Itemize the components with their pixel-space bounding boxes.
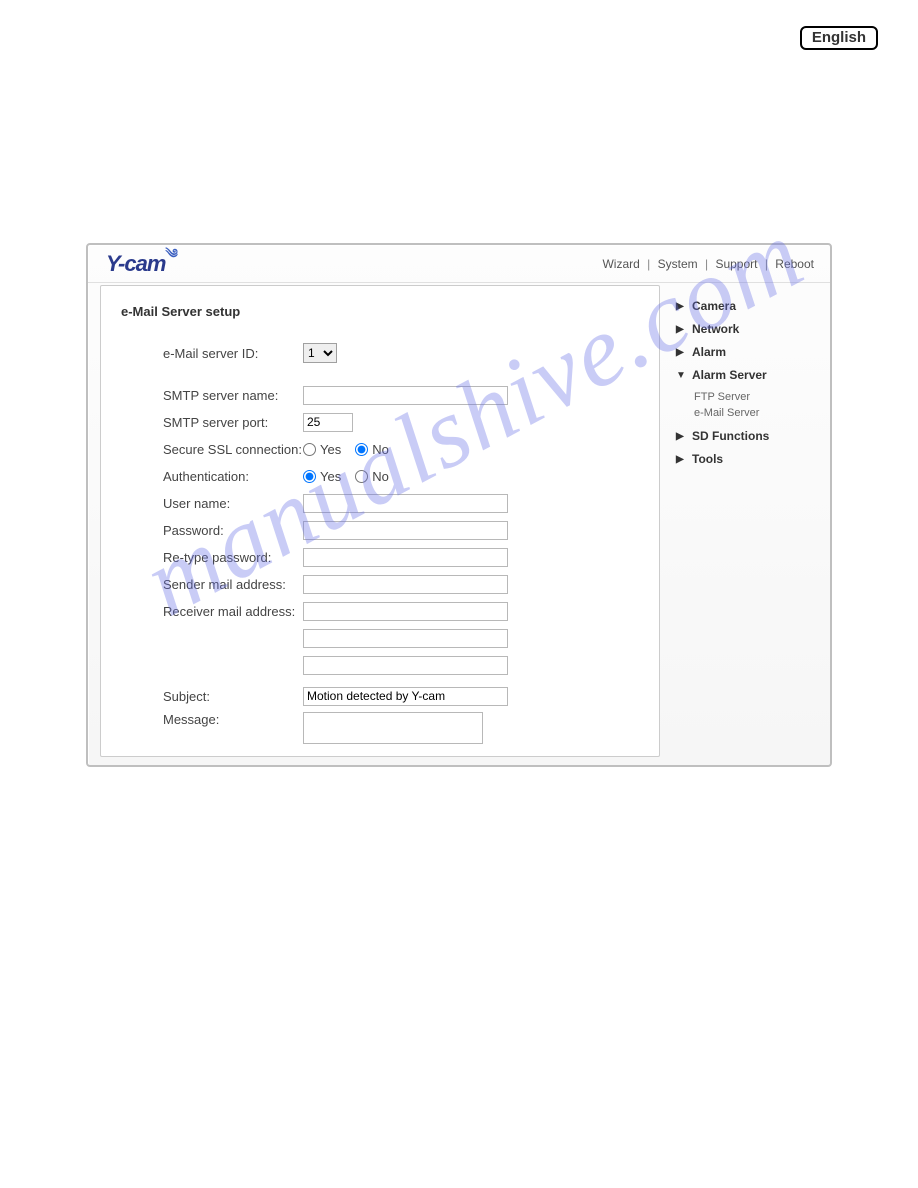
receiver2-input[interactable]: [303, 629, 508, 648]
receiver-label: Receiver mail address:: [121, 604, 303, 619]
sidebar-item-label: Tools: [692, 452, 723, 466]
language-badge[interactable]: English: [800, 26, 878, 50]
nav-reboot[interactable]: Reboot: [775, 257, 814, 271]
sidebar-item-network[interactable]: ▶ Network: [676, 322, 826, 336]
password-label: Password:: [121, 523, 303, 538]
sidebar: ▶ Camera ▶ Network ▶ Alarm ▼ Alarm Serve…: [660, 283, 830, 765]
sidebar-item-label: Alarm: [692, 345, 726, 359]
topbar: Y-cam ༄ Wizard | System | Support | Rebo…: [88, 245, 830, 283]
auth-yes-label: Yes: [320, 469, 341, 484]
ssl-no-radio[interactable]: [355, 443, 368, 456]
chevron-right-icon: ▶: [676, 431, 686, 442]
top-nav: Wizard | System | Support | Reboot: [598, 257, 818, 271]
receiver3-input[interactable]: [303, 656, 508, 675]
sender-input[interactable]: [303, 575, 508, 594]
sidebar-item-tools[interactable]: ▶ Tools: [676, 452, 826, 466]
auth-no-radio[interactable]: [355, 470, 368, 483]
password-input[interactable]: [303, 521, 508, 540]
ssl-no-label: No: [372, 442, 389, 457]
sidebar-item-camera[interactable]: ▶ Camera: [676, 299, 826, 313]
smtp-name-input[interactable]: [303, 386, 508, 405]
sidebar-item-alarm-server[interactable]: ▼ Alarm Server: [676, 368, 826, 382]
receiver1-input[interactable]: [303, 602, 508, 621]
chevron-down-icon: ▼: [676, 370, 686, 381]
email-form: e-Mail server ID: 1 SMTP server name: SM…: [121, 341, 639, 757]
chevron-right-icon: ▶: [676, 454, 686, 465]
chevron-right-icon: ▶: [676, 324, 686, 335]
sidebar-item-sd[interactable]: ▶ SD Functions: [676, 429, 826, 443]
nav-wizard[interactable]: Wizard: [602, 257, 639, 271]
nav-system[interactable]: System: [658, 257, 698, 271]
admin-panel: Y-cam ༄ Wizard | System | Support | Rebo…: [86, 243, 832, 767]
ssl-yes-label: Yes: [320, 442, 341, 457]
wifi-icon: ༄: [165, 239, 176, 276]
page-title: e-Mail Server setup: [121, 304, 639, 319]
smtp-port-input[interactable]: [303, 413, 353, 432]
sidebar-item-alarm[interactable]: ▶ Alarm: [676, 345, 826, 359]
sender-label: Sender mail address:: [121, 577, 303, 592]
sidebar-item-label: SD Functions: [692, 429, 769, 443]
main-content: e-Mail Server setup e-Mail server ID: 1 …: [100, 285, 660, 757]
email-server-id-label: e-Mail server ID:: [121, 346, 303, 361]
nav-separator: |: [647, 257, 650, 271]
repassword-input[interactable]: [303, 548, 508, 567]
chevron-right-icon: ▶: [676, 301, 686, 312]
sidebar-item-label: Camera: [692, 299, 736, 313]
logo: Y-cam ༄: [106, 245, 178, 282]
subject-label: Subject:: [121, 689, 303, 704]
smtp-port-label: SMTP server port:: [121, 415, 303, 430]
auth-yes-radio[interactable]: [303, 470, 316, 483]
logo-text: Y-cam: [106, 251, 165, 277]
nav-separator: |: [765, 257, 768, 271]
sidebar-sub-ftp[interactable]: FTP Server: [694, 391, 826, 403]
sidebar-item-label: Network: [692, 322, 739, 336]
ssl-yes-radio[interactable]: [303, 443, 316, 456]
message-textarea[interactable]: [303, 712, 483, 744]
sidebar-item-label: Alarm Server: [692, 368, 767, 382]
email-server-id-select[interactable]: 1: [303, 343, 337, 363]
ssl-label: Secure SSL connection:: [121, 442, 303, 457]
username-input[interactable]: [303, 494, 508, 513]
chevron-right-icon: ▶: [676, 347, 686, 358]
message-label: Message:: [121, 712, 303, 727]
sidebar-sub-email[interactable]: e-Mail Server: [694, 407, 826, 419]
repassword-label: Re-type password:: [121, 550, 303, 565]
subject-input[interactable]: [303, 687, 508, 706]
auth-no-label: No: [372, 469, 389, 484]
username-label: User name:: [121, 496, 303, 511]
auth-label: Authentication:: [121, 469, 303, 484]
smtp-name-label: SMTP server name:: [121, 388, 303, 403]
nav-support[interactable]: Support: [715, 257, 757, 271]
nav-separator: |: [705, 257, 708, 271]
